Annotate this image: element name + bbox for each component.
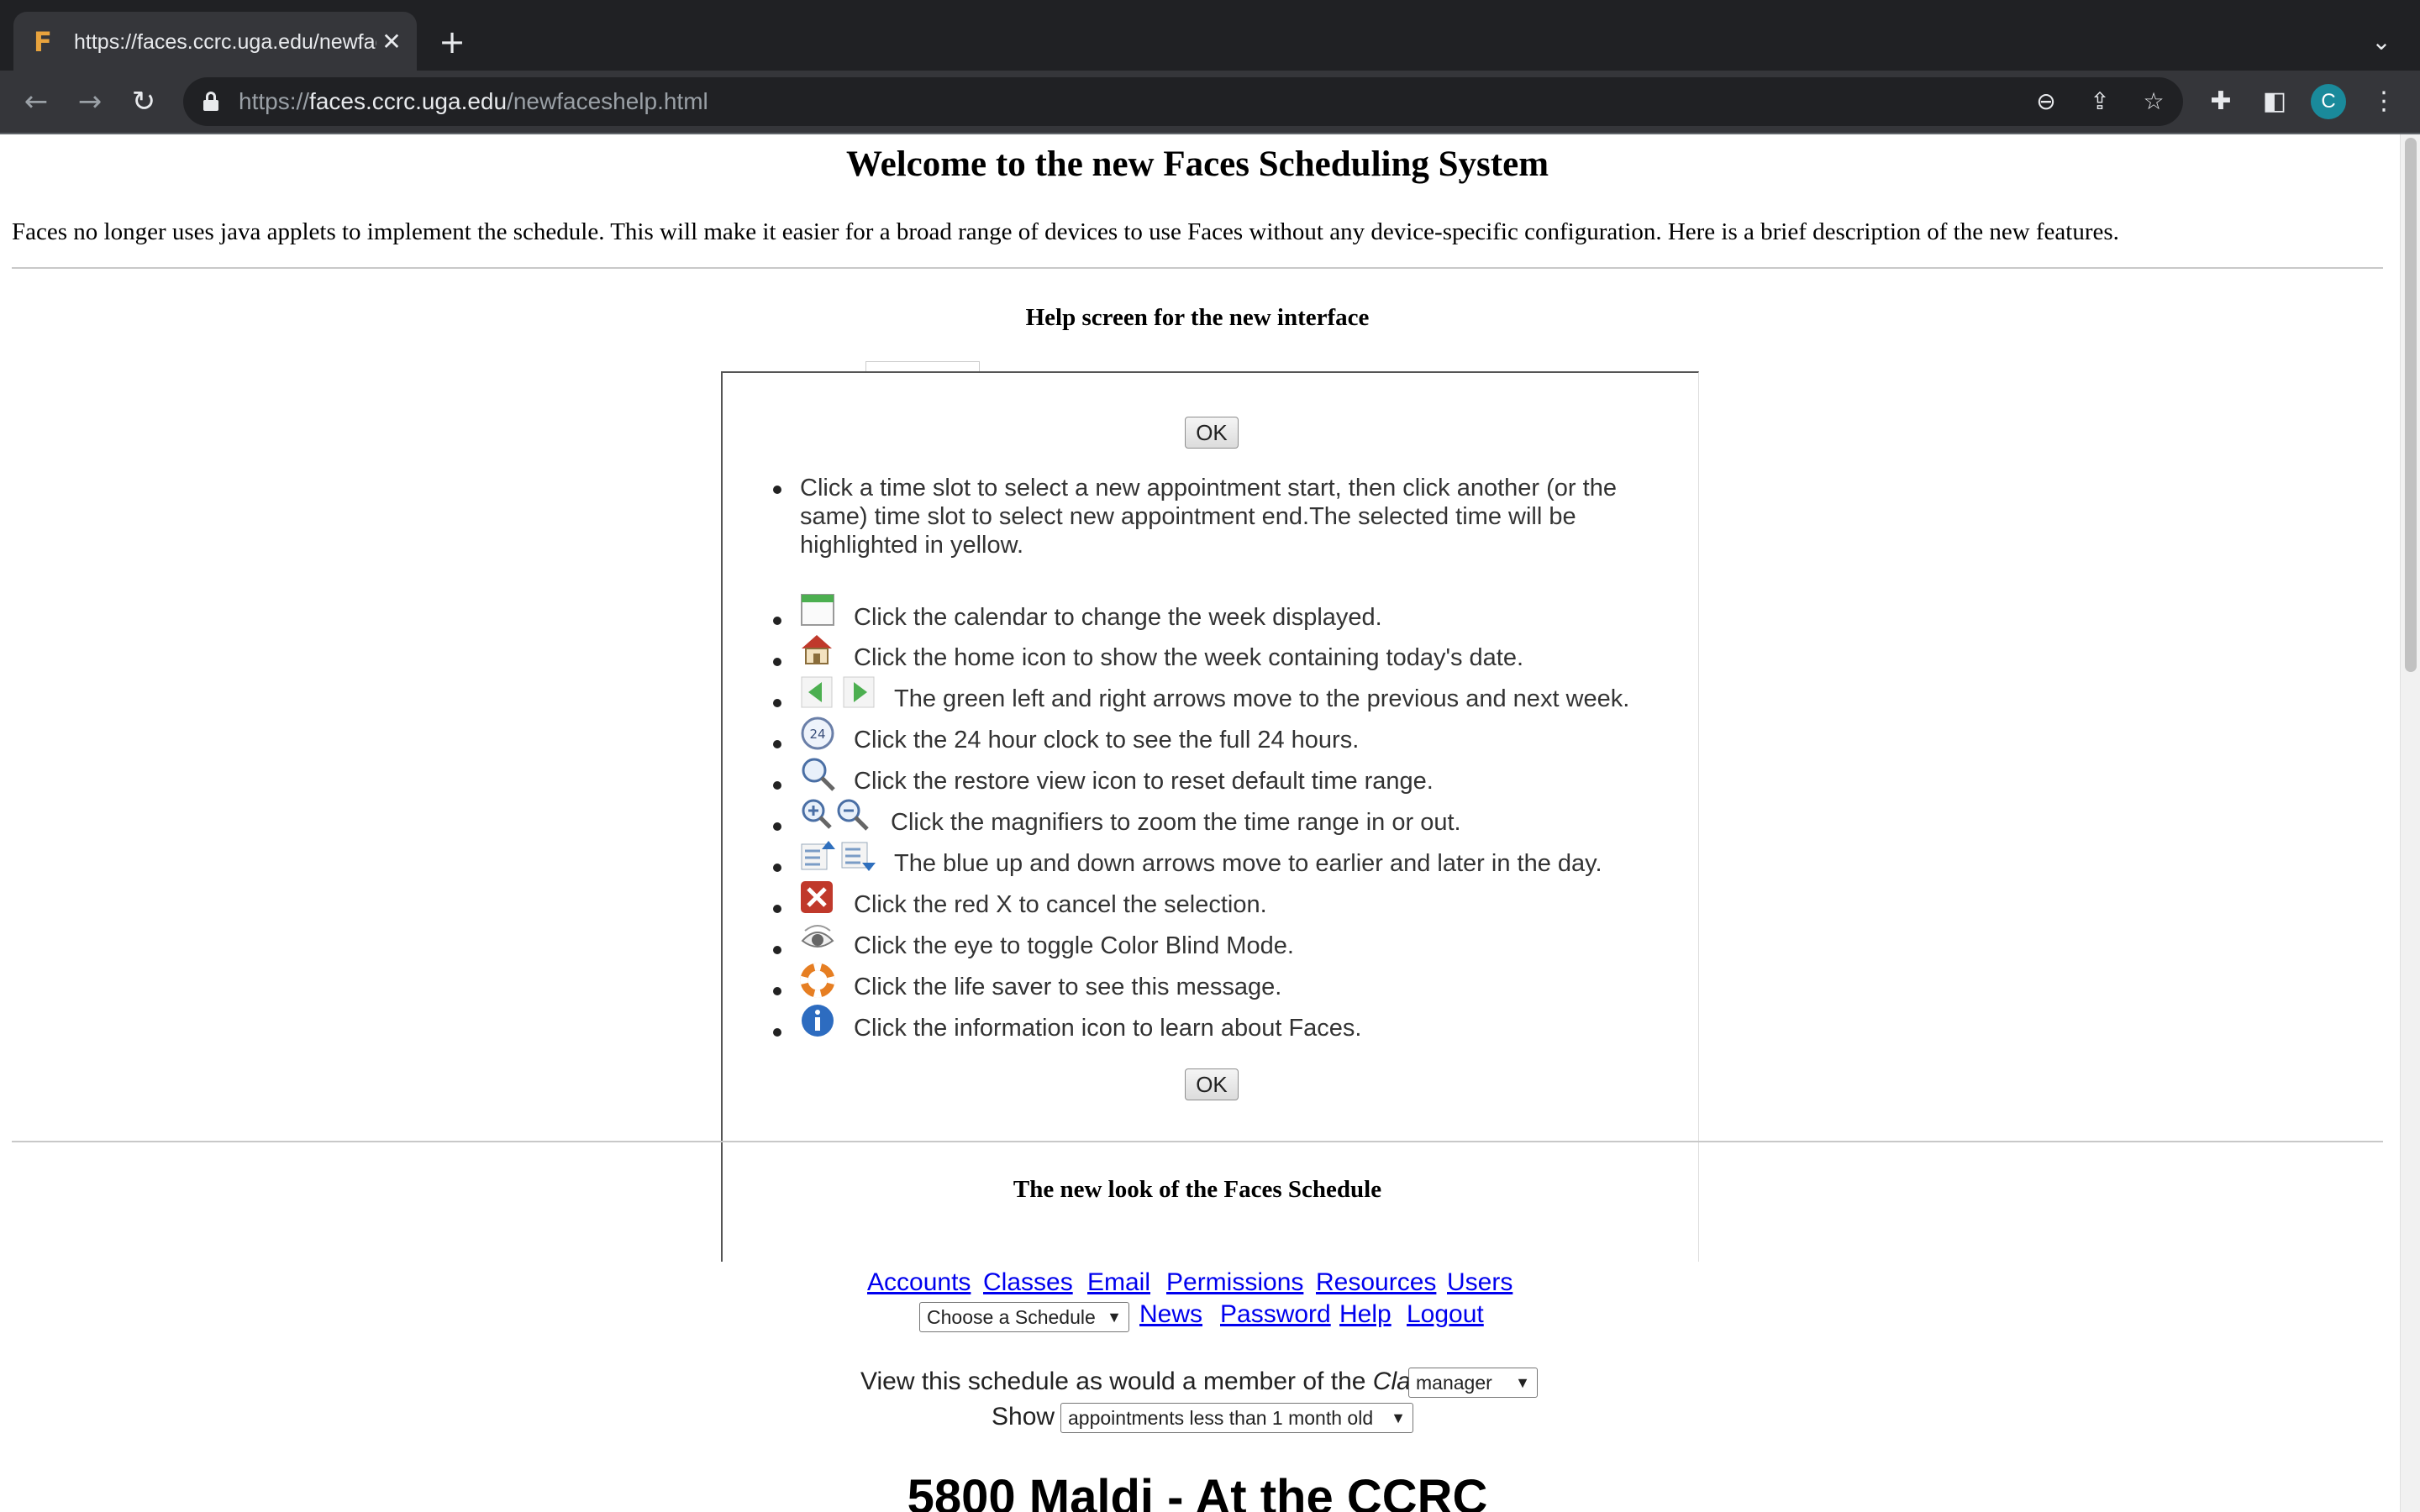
- help-item-red-x: Click the red X to cancel the selection.: [854, 891, 1267, 918]
- browser-menu-icon[interactable]: ⋮: [2366, 84, 2402, 119]
- bullet: [773, 658, 781, 666]
- dropdown-arrow-icon: ▼: [1391, 1410, 1406, 1426]
- page-content: Welcome to the new Faces Scheduling Syst…: [0, 134, 2400, 1512]
- help-item-blue-arrows: The blue up and down arrows move to earl…: [894, 850, 1602, 877]
- browser-toolbar: ← → ↻ https://faces.ccrc.uga.edu/newface…: [0, 71, 2420, 134]
- forward-arrow-icon[interactable]: →: [69, 81, 111, 123]
- accounts-link[interactable]: Accounts: [867, 1267, 971, 1299]
- svg-text:24: 24: [809, 727, 825, 742]
- help-item-info: Click the information icon to learn abou…: [854, 1015, 1362, 1042]
- classes-link[interactable]: Classes: [983, 1267, 1073, 1299]
- show-label: Show: [992, 1403, 1055, 1431]
- restore-view-icon: [802, 758, 835, 791]
- bookmark-star-icon[interactable]: ☆: [2136, 84, 2171, 119]
- share-icon[interactable]: ⇪: [2082, 84, 2118, 119]
- page-scrollbar[interactable]: [2400, 134, 2420, 1512]
- home-icon: [802, 635, 832, 664]
- bullet: [773, 864, 781, 872]
- schedule-title: 5800 Maldi - At the CCRC: [907, 1470, 1488, 1512]
- schedule-heading: The new look of the Faces Schedule: [1013, 1176, 1382, 1203]
- bullet: [773, 822, 781, 831]
- permissions-link[interactable]: Permissions: [1166, 1267, 1303, 1299]
- reload-icon[interactable]: ↻: [123, 81, 165, 123]
- bullet: [773, 1028, 781, 1037]
- side-panel-icon[interactable]: ◧: [2257, 84, 2292, 119]
- profile-avatar[interactable]: C: [2311, 84, 2346, 119]
- green-arrows-icon: [801, 676, 875, 708]
- bullet: [773, 987, 781, 995]
- help-item-restore-view: Click the restore view icon to reset def…: [854, 768, 1434, 795]
- bullet: [773, 946, 781, 954]
- page-title: Welcome to the new Faces Scheduling Syst…: [845, 144, 1549, 184]
- scrollbar-thumb[interactable]: [2405, 138, 2417, 672]
- help-item-eye: Click the eye to toggle Color Blind Mode…: [854, 932, 1294, 959]
- bullet: [773, 617, 781, 625]
- help-item-clock: Click the 24 hour clock to see the full …: [854, 727, 1360, 753]
- info-icon: [802, 1005, 834, 1037]
- help-item-calendar: Click the calendar to change the week di…: [854, 604, 1382, 631]
- tab-search-chevron-icon[interactable]: ⌄: [2365, 25, 2398, 59]
- close-tab-icon[interactable]: ✕: [376, 27, 407, 57]
- browser-tab[interactable]: F https://faces.ccrc.uga.edu/newfaceshel…: [13, 12, 417, 71]
- bullet: [773, 781, 781, 790]
- red-x-icon: [801, 881, 833, 913]
- ok-button[interactable]: OK: [1185, 417, 1239, 449]
- back-arrow-icon[interactable]: ←: [15, 81, 57, 123]
- help-screen-frame: OK Click a time slot to select a new app…: [721, 371, 1699, 1262]
- help-item-home: Click the home icon to show the week con…: [854, 644, 1524, 671]
- bullet: [773, 699, 781, 707]
- blue-arrows-icon: [801, 841, 876, 871]
- divider: [12, 1141, 2383, 1142]
- bullet: [773, 740, 781, 748]
- help-item-magnifiers: Click the magnifiers to zoom the time ra…: [891, 809, 1461, 836]
- logout-link[interactable]: Logout: [1407, 1299, 1484, 1331]
- class-select[interactable]: manager ▼: [1408, 1368, 1538, 1398]
- lock-icon[interactable]: [203, 92, 218, 111]
- resources-link[interactable]: Resources: [1316, 1267, 1436, 1299]
- email-link[interactable]: Email: [1087, 1267, 1150, 1299]
- tab-strip: F https://faces.ccrc.uga.edu/newfaceshel…: [0, 0, 2420, 71]
- ok-button[interactable]: OK: [1185, 1068, 1239, 1100]
- help-intro-text: Click a time slot to select a new appoin…: [800, 475, 1617, 559]
- view-as-label: View this schedule as would a member of …: [860, 1368, 1436, 1395]
- extensions-icon[interactable]: ✚: [2203, 84, 2238, 119]
- favicon-icon: F: [34, 26, 52, 58]
- users-link[interactable]: Users: [1447, 1267, 1512, 1299]
- eye-icon: [801, 925, 834, 948]
- tab-title: https://faces.ccrc.uga.edu/newfaceshelp.…: [74, 30, 376, 54]
- intro-paragraph: Faces no longer uses java applets to imp…: [12, 218, 2119, 245]
- schedule-nav-links: Accounts Classes Email Permissions Resou…: [0, 1267, 2395, 1300]
- help-item-life-saver: Click the life saver to see this message…: [854, 974, 1282, 1000]
- url-text[interactable]: https://faces.ccrc.uga.edu/newfaceshelp.…: [239, 86, 708, 118]
- new-tab-button[interactable]: +: [434, 24, 471, 60]
- schedule-nav-links-2: News Password Help Logout: [0, 1299, 2395, 1332]
- dropdown-arrow-icon: ▼: [1515, 1374, 1530, 1391]
- password-link[interactable]: Password: [1220, 1299, 1331, 1331]
- life-saver-icon: [800, 963, 835, 998]
- clock-24-icon: 24: [801, 717, 834, 750]
- help-item-green-arrows: The green left and right arrows move to …: [894, 685, 1630, 712]
- help-heading: Help screen for the new interface: [1025, 304, 1370, 331]
- news-link[interactable]: News: [1139, 1299, 1202, 1331]
- zoom-icon[interactable]: ⊖: [2028, 84, 2064, 119]
- help-link[interactable]: Help: [1339, 1299, 1392, 1331]
- bullet: [773, 486, 781, 494]
- bullet: [773, 905, 781, 913]
- calendar-icon: [801, 594, 834, 626]
- magnifier-icons: [802, 799, 869, 831]
- address-bar[interactable]: https://faces.ccrc.uga.edu/newfaceshelp.…: [183, 77, 2183, 126]
- show-select[interactable]: appointments less than 1 month old ▼: [1060, 1403, 1413, 1433]
- divider: [12, 267, 2383, 269]
